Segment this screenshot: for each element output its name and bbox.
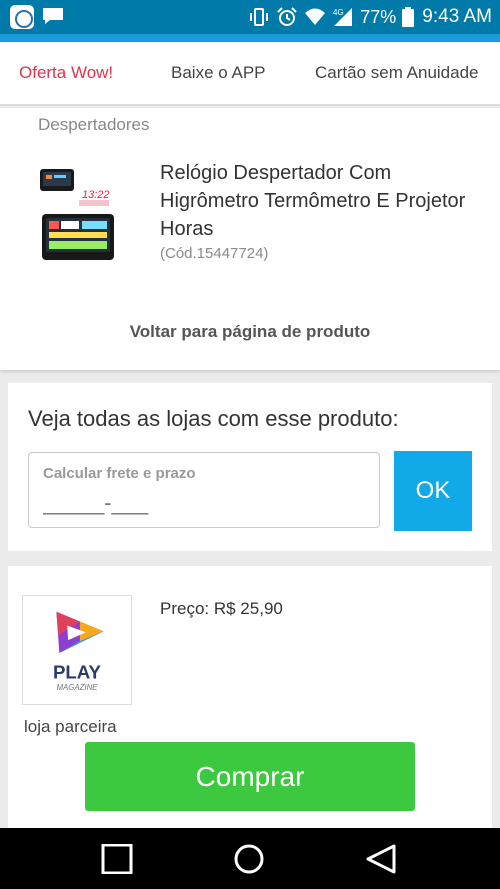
svg-text:13:22: 13:22 [82,189,110,201]
price-label: Preço: R$ 25,90 [160,599,283,618]
offer-card: PLAY MAGAZINE loja parceira Preço: R$ 25… [8,566,492,836]
status-bar: 4G 77% 9:43 AM [0,0,500,34]
cep-input[interactable] [43,487,363,519]
store-logo[interactable]: PLAY MAGAZINE [22,595,132,705]
freight-label: Calcular frete e prazo [43,465,196,482]
alarm-icon [277,7,297,26]
breadcrumb-category[interactable]: Despertadores [38,115,150,135]
battery-icon [402,7,415,27]
store-logo-subtext: MAGAZINE [57,683,99,692]
product-header: Despertadores 13:22 Relógio Despertador … [0,108,500,370]
android-nav-bar [0,828,500,889]
product-thumbnail[interactable]: 13:22 [34,166,122,266]
freight-field[interactable]: Calcular frete e prazo [28,452,380,528]
store-type-label: loja parceira [24,717,117,736]
recent-apps-icon[interactable] [100,844,134,874]
stores-heading: Veja todas as lojas com esse produto: [28,406,399,431]
signal-icon: 4G [333,8,353,26]
battery-percent: 77% [360,6,397,27]
stores-section: Veja todas as lojas com esse produto: Ca… [8,383,492,551]
back-icon[interactable] [364,844,398,874]
tab-cartao[interactable]: Cartão sem Anuidade [315,63,479,83]
promo-tabs: Oferta Wow! Baixe o APP Cartão sem Anuid… [0,42,500,106]
store-logo-text: PLAY [53,661,102,682]
tab-oferta-wow[interactable]: Oferta Wow! [19,63,113,83]
buy-button[interactable]: Comprar [85,742,415,811]
product-title[interactable]: Relógio Despertador Com Higrômetro Termô… [160,159,480,243]
network-label: 4G [333,8,344,17]
app-header-strip [0,34,500,42]
home-icon[interactable] [232,844,266,874]
clock: 9:43 AM [422,6,492,27]
app-notification-icon [10,5,34,29]
product-code: (Cód.15447724) [160,245,269,262]
ok-button[interactable]: OK [394,451,472,531]
back-to-product-link[interactable]: Voltar para página de produto [0,322,500,342]
message-icon [43,8,63,24]
vibrate-icon [250,8,269,26]
tab-baixe-app[interactable]: Baixe o APP [171,63,266,83]
wifi-icon [305,8,326,25]
